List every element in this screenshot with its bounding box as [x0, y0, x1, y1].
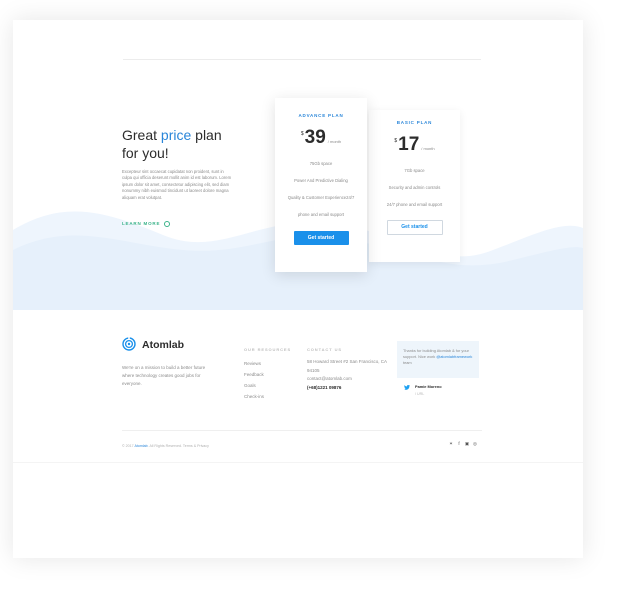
divider — [13, 462, 583, 463]
github-icon[interactable]: ◎ — [471, 441, 479, 447]
plan-feature: Security and admin controls — [388, 185, 441, 190]
social-links: ✶ f ▣ ◎ — [447, 441, 479, 447]
pricing-card-advance: ADVANCE PLAN $39/ month 75Gb space Power… — [275, 98, 367, 272]
learn-more-link[interactable]: LEARN MORE — [122, 221, 171, 227]
contact-phone: (+68)1221 09876 — [307, 384, 342, 390]
plan-price: $17/ month — [394, 134, 435, 155]
contact-info: 58 Howard Street #2 San Francisco, CA 94… — [307, 358, 389, 392]
contact-address: 58 Howard Street #2 San Francisco, CA 94… — [307, 359, 387, 373]
twitter-icon — [404, 385, 410, 390]
landing-page: Great price plan for you! Excepteur sint… — [13, 20, 583, 558]
resources-title: OUR RESOURCES — [244, 347, 292, 352]
twitter-icon[interactable]: ✶ — [447, 441, 455, 447]
tweet-handle: / URL — [415, 392, 425, 396]
hero-description: Excepteur sint occaecat cupidatat non pr… — [122, 169, 232, 200]
plan-name: ADVANCE PLAN — [298, 113, 344, 118]
get-started-button[interactable]: Get started — [386, 220, 443, 235]
hero-title-accent: price — [160, 127, 192, 143]
arrow-circle-icon — [164, 221, 171, 227]
copyright: © 2017 Atomlab. All Rights Reserved. Ter… — [122, 444, 209, 448]
resource-link-check-ins[interactable]: Check-ins — [244, 391, 264, 402]
plan-name: BASIC PLAN — [396, 120, 433, 125]
plan-price: $39/ month — [300, 127, 342, 148]
resources-list: Reviews Feedback Goals Check-ins — [244, 358, 264, 402]
facebook-icon[interactable]: f — [455, 441, 463, 446]
resource-link-reviews[interactable]: Reviews — [244, 358, 264, 369]
plan-feature: Quality & Customer Experience24/7 — [287, 195, 355, 200]
tweet-mention-link[interactable]: @atomlabframework — [436, 354, 472, 359]
tweet-author[interactable]: Pamie Moreno — [415, 384, 442, 389]
tweet-card: Thanks for building Atomlab & for your s… — [397, 341, 479, 378]
footer: Atomlab We're on a mission to build a be… — [13, 308, 583, 558]
divider — [123, 59, 481, 60]
brand-name[interactable]: Atomlab — [142, 339, 184, 351]
plan-feature: 75Gb space — [309, 161, 333, 166]
pricing-card-basic: BASIC PLAN $17/ month 7Gb space Security… — [369, 110, 460, 262]
copyright-brand-link[interactable]: Atomlab — [134, 444, 147, 448]
get-started-button[interactable]: Get started — [293, 231, 349, 245]
plan-feature: phone and email support — [297, 212, 345, 217]
footer-divider — [122, 430, 482, 431]
resource-link-goals[interactable]: Goals — [244, 380, 264, 391]
instagram-icon[interactable]: ▣ — [463, 441, 471, 447]
tweet-text: Thanks for building Atomlab & for your s… — [403, 348, 473, 365]
plan-feature: Power And Predictive Dialing — [294, 178, 348, 183]
contact-title: CONTACT US — [307, 347, 342, 352]
plan-feature: 7Gb space — [404, 168, 425, 173]
contact-email[interactable]: contact@atomlab.com — [307, 375, 389, 384]
plan-feature: 24/7 phone and email support — [386, 202, 443, 207]
resource-link-feedback[interactable]: Feedback — [244, 369, 264, 380]
mission-text: We're on a mission to build a better fut… — [122, 365, 206, 386]
hero-title: Great price plan for you! — [122, 127, 222, 161]
atomlab-logo-icon — [122, 337, 136, 351]
